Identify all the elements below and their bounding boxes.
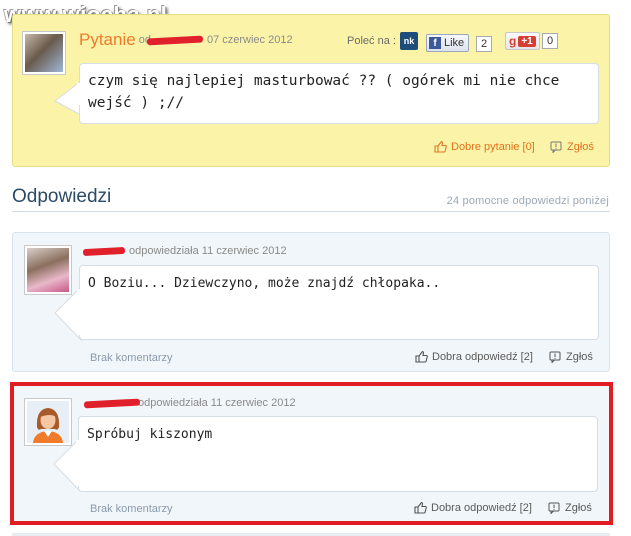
report-answer-label: Zgłoś xyxy=(566,351,593,363)
answer-text: O Boziu... Dziewczyno, może znajdź chłop… xyxy=(79,265,599,340)
comments-link[interactable]: Brak komentarzy xyxy=(90,352,173,364)
redacted-username xyxy=(83,398,141,408)
facebook-like-button[interactable]: f Like xyxy=(426,34,470,52)
report-question-label: Zgłoś xyxy=(567,141,594,153)
question-text: czym się najlepiej masturbować ?? ( ogór… xyxy=(79,63,599,124)
answer-bubble-tail-mask xyxy=(76,440,80,486)
good-answer-label: Dobra odpowiedź [2] xyxy=(431,502,532,514)
question-label: Pytanie xyxy=(79,30,136,49)
google-plus-button[interactable]: g +1 xyxy=(505,32,540,50)
comments-link[interactable]: Brak komentarzy xyxy=(90,503,173,515)
facebook-like-label: Like xyxy=(444,37,465,49)
report-answer-button[interactable]: Zgłoś xyxy=(549,351,593,363)
answer-bubble-tail-mask xyxy=(77,289,81,335)
facebook-like-count: 2 xyxy=(476,36,492,52)
answer-meta: odpowiedziała 11 czerwiec 2012 xyxy=(129,245,287,257)
answer-card-highlighted: odpowiedziała 11 czerwiec 2012 Spróbuj k… xyxy=(10,382,613,525)
google-plus-count: 0 xyxy=(542,33,558,49)
report-question-button[interactable]: Zgłoś xyxy=(550,141,594,153)
question-date: 07 czerwiec 2012 xyxy=(206,34,293,46)
thumbs-up-icon xyxy=(434,141,447,153)
answers-section-title: Odpowiedzi xyxy=(12,186,112,207)
helpful-answers-count: 24 pomocne odpowiedzi poniżej xyxy=(446,195,609,207)
question-bubble-tail-mask xyxy=(77,83,81,105)
facebook-icon: f xyxy=(429,37,441,49)
redacted-username xyxy=(146,35,204,45)
question-author-avatar[interactable] xyxy=(22,31,66,75)
good-question-label: Dobre pytanie [0] xyxy=(451,141,535,153)
answer-header: odpowiedziała 11 czerwiec 2012 xyxy=(82,245,287,257)
nk-share-button[interactable]: nk xyxy=(400,32,418,50)
report-flag-icon xyxy=(549,351,561,363)
answer-text: Spróbuj kiszonym xyxy=(78,416,598,492)
google-plus-icon: g xyxy=(509,34,517,48)
answer-card: odpowiedziała 11 czerwiec 2012 O Boziu..… xyxy=(12,232,610,372)
question-box: Pytanie od 07 czerwiec 2012 Poleć na : n… xyxy=(12,14,610,167)
good-question-button[interactable]: Dobre pytanie [0] xyxy=(434,141,535,153)
thumbs-up-icon xyxy=(415,351,428,363)
good-answer-label: Dobra odpowiedź [2] xyxy=(432,351,533,363)
good-answer-button[interactable]: Dobra odpowiedź [2] xyxy=(415,351,533,363)
report-flag-icon xyxy=(550,141,562,153)
thumbs-up-icon xyxy=(414,502,427,514)
answer-header: odpowiedziała 11 czerwiec 2012 xyxy=(83,397,296,409)
section-divider xyxy=(12,211,610,212)
answer-meta: odpowiedziała 11 czerwiec 2012 xyxy=(138,397,296,409)
google-plus-label: +1 xyxy=(518,35,536,47)
redacted-username xyxy=(82,246,126,256)
good-answer-button[interactable]: Dobra odpowiedź [2] xyxy=(414,502,532,514)
report-answer-button[interactable]: Zgłoś xyxy=(548,502,592,514)
report-answer-label: Zgłoś xyxy=(565,502,592,514)
question-header: Pytanie od 07 czerwiec 2012 xyxy=(79,30,293,50)
report-flag-icon xyxy=(548,502,560,514)
recommend-label: Poleć na : xyxy=(347,35,396,47)
